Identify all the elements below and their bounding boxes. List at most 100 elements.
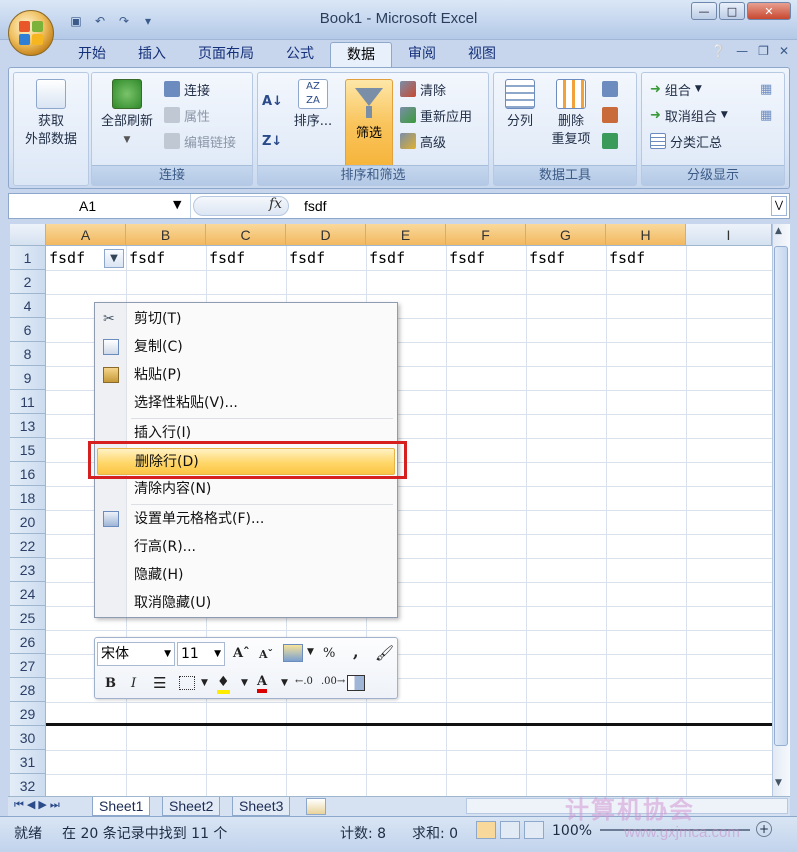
column-header[interactable]: F	[446, 224, 526, 246]
subtotal-button[interactable]: 分类汇总	[650, 131, 722, 151]
sort-button[interactable]: AZ ZA 排序...	[288, 79, 338, 131]
row-header[interactable]: 31	[10, 750, 46, 774]
zoom-level[interactable]: 100%	[552, 823, 592, 839]
what-if-icon[interactable]	[602, 131, 618, 151]
column-header[interactable]: E	[366, 224, 446, 246]
page-break-view-icon[interactable]	[524, 821, 544, 839]
expand-formula-icon[interactable]: ⋁	[771, 196, 787, 216]
cell-e1[interactable]: fsdf	[367, 247, 446, 270]
sheet-tab-3[interactable]: Sheet3	[232, 797, 291, 816]
reapply-button[interactable]: 重新应用	[400, 105, 472, 125]
remove-duplicates-button[interactable]: 删除 重复项	[544, 79, 598, 149]
zoom-in-icon[interactable]: +	[756, 821, 772, 837]
text-to-columns-button[interactable]: 分列	[498, 79, 542, 131]
select-all-corner[interactable]	[10, 224, 46, 246]
menu-item-paste-special[interactable]: 选择性粘贴(V)...	[95, 390, 397, 417]
sort-desc-icon[interactable]: Z↓	[262, 131, 282, 151]
normal-view-icon[interactable]	[476, 821, 496, 839]
get-external-data-button[interactable]: 获取 外部数据	[18, 79, 84, 149]
sort-asc-icon[interactable]: A↓	[262, 91, 283, 111]
italic-icon[interactable]: I	[131, 676, 136, 691]
filter-button[interactable]: 筛选	[345, 79, 393, 169]
consolidate-icon[interactable]	[602, 105, 618, 125]
dropdown-arrow-icon[interactable]: ▼	[307, 647, 314, 657]
maximize-button[interactable]: □	[719, 2, 745, 20]
tab-insert[interactable]: 插入	[122, 42, 182, 68]
clear-filter-button[interactable]: 清除	[400, 79, 446, 99]
dropdown-arrow-icon[interactable]: ▼	[281, 678, 288, 688]
menu-item-clear-contents[interactable]: 清除内容(N)	[95, 476, 397, 503]
row-header[interactable]: 6	[10, 318, 46, 342]
show-detail-icon[interactable]: ▦	[760, 79, 772, 99]
decrease-decimal-icon[interactable]: .00→	[321, 676, 345, 687]
font-name-combo[interactable]: 宋体 ▼	[97, 642, 175, 666]
row-header[interactable]: 20	[10, 510, 46, 534]
name-box-dropdown-icon[interactable]: ▼	[173, 198, 181, 211]
scroll-down-icon[interactable]: ▼	[775, 778, 782, 788]
row-header[interactable]: 1	[10, 246, 46, 270]
row-header[interactable]: 15	[10, 438, 46, 462]
fx-icon[interactable]: fx	[269, 196, 282, 212]
font-color-icon[interactable]: A	[257, 674, 268, 693]
doc-restore-icon[interactable]: ❐	[758, 44, 769, 58]
column-header[interactable]: H	[606, 224, 686, 246]
row-header[interactable]: 16	[10, 462, 46, 486]
row-header[interactable]: 8	[10, 342, 46, 366]
cell-g1[interactable]: fsdf	[527, 247, 606, 270]
tab-page-layout[interactable]: 页面布局	[182, 42, 270, 68]
row-header[interactable]: 27	[10, 654, 46, 678]
help-icon[interactable]: ❔	[711, 44, 726, 58]
column-header[interactable]: G	[526, 224, 606, 246]
row-header[interactable]: 29	[10, 702, 46, 726]
format-painter-icon[interactable]: 🖌	[375, 644, 394, 662]
menu-item-format-cells[interactable]: 设置单元格格式(F)...	[95, 506, 397, 533]
row-header[interactable]: 18	[10, 486, 46, 510]
borders-icon[interactable]	[179, 676, 195, 690]
number-format-icon[interactable]	[283, 644, 303, 662]
fill-color-icon[interactable]: ♦	[217, 674, 230, 694]
merge-center-icon[interactable]	[347, 675, 365, 691]
ungroup-button[interactable]: ➜ 取消组合 ▼	[650, 105, 728, 125]
grow-font-icon[interactable]: Aˆ	[233, 646, 250, 661]
minimize-button[interactable]: —	[691, 2, 717, 20]
row-header[interactable]: 30	[10, 726, 46, 750]
scroll-up-icon[interactable]: ▲	[775, 226, 782, 236]
doc-minimize-icon[interactable]: —	[736, 44, 748, 58]
vertical-scroll-thumb[interactable]	[774, 246, 788, 746]
page-layout-view-icon[interactable]	[500, 821, 520, 839]
dropdown-arrow-icon[interactable]: ▼	[201, 678, 208, 688]
menu-item-copy[interactable]: 复制(C)	[95, 334, 397, 361]
tab-review[interactable]: 审阅	[392, 42, 452, 68]
insert-sheet-icon[interactable]	[306, 798, 326, 815]
cell-d1[interactable]: fsdf	[287, 247, 366, 270]
row-header[interactable]: 25	[10, 606, 46, 630]
column-header[interactable]: B	[126, 224, 206, 246]
row-header[interactable]: 26	[10, 630, 46, 654]
row-header[interactable]: 32	[10, 774, 46, 796]
cell-b1[interactable]: fsdf	[127, 247, 206, 270]
row-header[interactable]: 28	[10, 678, 46, 702]
row-header[interactable]: 13	[10, 414, 46, 438]
bold-icon[interactable]: B	[105, 676, 116, 691]
row-header[interactable]: 2	[10, 270, 46, 294]
formula-input[interactable]: fsdf	[304, 194, 327, 218]
refresh-all-button[interactable]: 全部刷新 ▼	[94, 79, 160, 149]
row-header[interactable]: 11	[10, 390, 46, 414]
tab-data[interactable]: 数据	[330, 42, 392, 68]
menu-item-row-height[interactable]: 行高(R)...	[95, 534, 397, 561]
hide-detail-icon[interactable]: ▦	[760, 105, 772, 125]
close-button[interactable]: ✕	[747, 2, 791, 20]
row-header[interactable]: 23	[10, 558, 46, 582]
connections-button[interactable]: 连接	[164, 79, 210, 99]
filter-dropdown-icon[interactable]: ▼	[104, 249, 124, 268]
tab-formulas[interactable]: 公式	[270, 42, 330, 68]
cell-c1[interactable]: fsdf	[207, 247, 286, 270]
sheet-tab-2[interactable]: Sheet2	[162, 797, 221, 816]
column-header[interactable]: A	[46, 224, 126, 246]
column-header[interactable]: I	[686, 224, 772, 246]
percent-icon[interactable]: %	[323, 646, 335, 661]
row-header[interactable]: 24	[10, 582, 46, 606]
sheet-tab-1[interactable]: Sheet1	[92, 797, 151, 816]
cell-f1[interactable]: fsdf	[447, 247, 526, 270]
office-button[interactable]	[8, 10, 54, 56]
